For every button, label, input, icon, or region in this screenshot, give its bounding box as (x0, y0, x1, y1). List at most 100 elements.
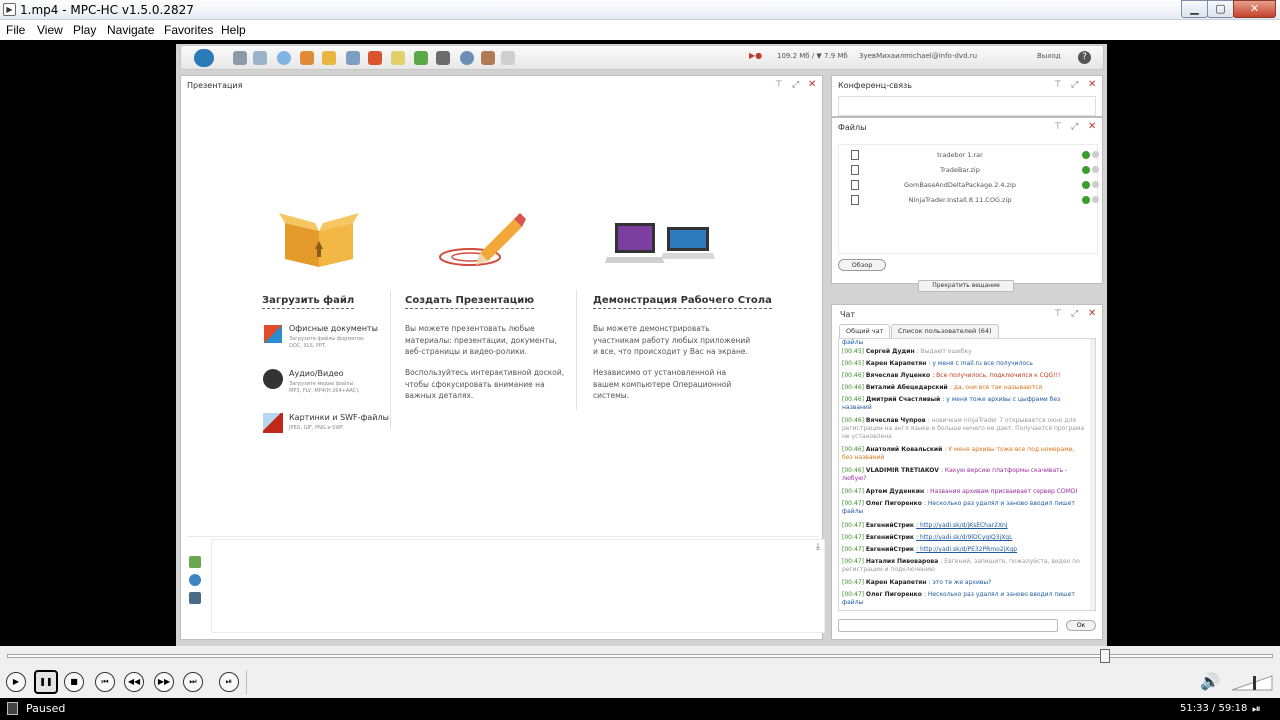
web-page-icon[interactable] (189, 574, 201, 586)
message-author[interactable]: Виталий Абецедарский (866, 384, 950, 391)
file-list: tradebor 1.rar TradeBar.zip GomBaseAndDe… (838, 144, 1099, 254)
create-text-1: Вы можете презентовать любые материалы: … (405, 324, 558, 356)
download-ok-icon[interactable] (1082, 166, 1090, 174)
menu-favorites[interactable]: Favorites (164, 23, 213, 37)
stop-button[interactable]: ■ (64, 672, 84, 692)
chat-message: [00:46] VLADIMIR TRETIAKOV : Какую верси… (842, 467, 1085, 483)
menu-help[interactable]: Help (221, 23, 246, 37)
stop-broadcast-button[interactable]: Прекратить вещание (918, 280, 1014, 292)
message-author[interactable]: Олег Пигоренко (866, 500, 924, 507)
download-icon[interactable]: ⤓ (816, 542, 820, 552)
fast-forward-button[interactable]: ▶▶ (154, 672, 174, 692)
message-author[interactable]: VLADIMIR TRETIAKOV (866, 467, 941, 474)
audio-video-title[interactable]: Аудио/Видео (289, 369, 344, 378)
message-author[interactable]: Карен Карапетян (866, 360, 929, 367)
seek-track[interactable] (7, 654, 1273, 658)
panel-title: Презентация (187, 81, 243, 90)
message-author[interactable]: Наталия Пивоварова (866, 558, 940, 565)
speaker-icon[interactable]: 🔊 (1200, 672, 1220, 691)
pause-button[interactable]: ❚❚ (34, 670, 58, 694)
close-icon[interactable]: ✕ (1088, 79, 1096, 90)
chat-log[interactable]: файлы [00:45] Сергей Дудин : Выдают ошибк… (838, 338, 1096, 611)
download-ok-icon[interactable] (1082, 151, 1090, 159)
screen-share-icon[interactable] (189, 592, 201, 604)
download-ok-icon[interactable] (1082, 181, 1090, 189)
message-text: : да, они все так называются (949, 384, 1043, 391)
chat-input[interactable] (838, 619, 1058, 632)
message-text[interactable]: : http://yadi.sk/d/9IDCyqIQ3jXgL (916, 534, 1012, 541)
add-slide-icon[interactable] (189, 556, 201, 568)
pin-icon[interactable]: ⊤ (1054, 122, 1062, 132)
slides-strip[interactable]: ⤓ (211, 539, 825, 633)
divider (246, 670, 247, 694)
download-ok-icon[interactable] (1082, 196, 1090, 204)
file-name[interactable]: tradebor 1.rar (845, 151, 1075, 159)
close-icon[interactable]: ✕ (1088, 308, 1096, 319)
file-name[interactable]: TradeBar.zip (845, 166, 1075, 174)
remove-file-icon[interactable] (1092, 181, 1099, 188)
upload-file-title[interactable]: Загрузить файл (262, 295, 355, 309)
laptop-icon (605, 223, 715, 263)
help-icon[interactable]: ? (1078, 51, 1091, 64)
next-button[interactable]: ⏭ (183, 672, 203, 692)
tab-user-list[interactable]: Список пользователей (64) (891, 324, 999, 338)
message-author[interactable]: Вячеслав Чупров (866, 417, 928, 424)
file-row[interactable]: NinjaTrader.Install.8.11.COG.zip (845, 193, 1099, 207)
pin-icon[interactable]: ⊤ (1054, 80, 1062, 90)
desktop-demo-title[interactable]: Демонстрация Рабочего Стола (593, 295, 772, 309)
file-name[interactable]: NinjaTrader.Install.8.11.COG.zip (845, 196, 1075, 204)
create-presentation-title[interactable]: Создать Презентацию (405, 295, 534, 309)
logout-link[interactable]: Выход (1037, 52, 1061, 60)
remove-file-icon[interactable] (1092, 196, 1099, 203)
file-row[interactable]: tradebor 1.rar (845, 148, 1099, 162)
remove-file-icon[interactable] (1092, 166, 1099, 173)
close-button[interactable]: ✕ (1233, 0, 1276, 18)
expand-icon[interactable]: ⤢ (792, 80, 799, 90)
message-author[interactable]: ЕвгенийСтрик (866, 534, 916, 541)
message-text[interactable]: : http://yadi.sk/d/PE32PRmo2jXgp (916, 546, 1017, 553)
expand-icon[interactable]: ⤢ (1071, 309, 1078, 319)
message-author[interactable]: ЕвгенийСтрик (866, 522, 916, 529)
message-author[interactable]: Карен Карапетян (866, 579, 929, 586)
message-author[interactable]: Артем Дуденкин (866, 488, 926, 495)
message-author[interactable]: Вячеслав Луценко (866, 372, 932, 379)
menu-file[interactable]: File (6, 23, 25, 37)
message-author[interactable]: Олег Пигоренко (866, 591, 924, 598)
expand-icon[interactable]: ⤢ (1071, 122, 1078, 132)
media-icon (368, 51, 382, 65)
rewind-button[interactable]: ◀◀ (124, 672, 144, 692)
previous-button[interactable]: ⏮ (95, 672, 115, 692)
office-docs-title[interactable]: Офисные документы (289, 324, 378, 333)
message-author[interactable]: Сергей Дудин (866, 348, 917, 355)
file-name[interactable]: GomBaseAndDeltaPackage.2.4.zip (845, 181, 1075, 189)
volume-slider[interactable] (1230, 674, 1274, 692)
expand-icon[interactable]: ⤢ (1071, 80, 1078, 90)
player-controls: ▶ ❚❚ ■ ⏮ ◀◀ ▶▶ ⏭ ⏯ 🔊 (0, 670, 1280, 698)
images-swf-title[interactable]: Картинки и SWF-файлы (289, 413, 389, 422)
chat-scrollbar[interactable] (1090, 339, 1095, 610)
menu-navigate[interactable]: Navigate (107, 23, 154, 37)
message-author[interactable]: Дмитрий Счастливый (866, 396, 942, 403)
message-author[interactable]: Анатолий Ковальский (866, 446, 945, 453)
message-author[interactable]: ЕвгенийСтрик (866, 546, 916, 553)
pin-icon[interactable]: ⊤ (1054, 309, 1062, 319)
pin-icon[interactable]: ⊤ (775, 80, 783, 90)
image-swf-icon (263, 413, 283, 433)
minimize-button[interactable]: ▁ (1181, 0, 1208, 18)
file-row[interactable]: TradeBar.zip (845, 163, 1099, 177)
message-time: [00:45] (842, 360, 866, 367)
send-button[interactable]: Ок (1066, 620, 1096, 631)
close-icon[interactable]: ✕ (1088, 121, 1096, 132)
frame-step-button[interactable]: ⏯ (219, 672, 239, 692)
close-icon[interactable]: ✕ (808, 79, 816, 90)
menu-view[interactable]: View (37, 23, 63, 37)
file-row[interactable]: GomBaseAndDeltaPackage.2.4.zip (845, 178, 1099, 192)
menu-play[interactable]: Play (73, 23, 96, 37)
seek-thumb[interactable] (1099, 649, 1110, 663)
maximize-button[interactable]: ▢ (1207, 0, 1234, 18)
browse-button[interactable]: Обзор (838, 259, 886, 271)
play-button[interactable]: ▶ (6, 672, 26, 692)
remove-file-icon[interactable] (1092, 151, 1099, 158)
tab-general-chat[interactable]: Общий чат (839, 324, 891, 338)
message-text[interactable]: : http://yadi.sk/d/jKsEChar2Xnj (916, 522, 1007, 529)
